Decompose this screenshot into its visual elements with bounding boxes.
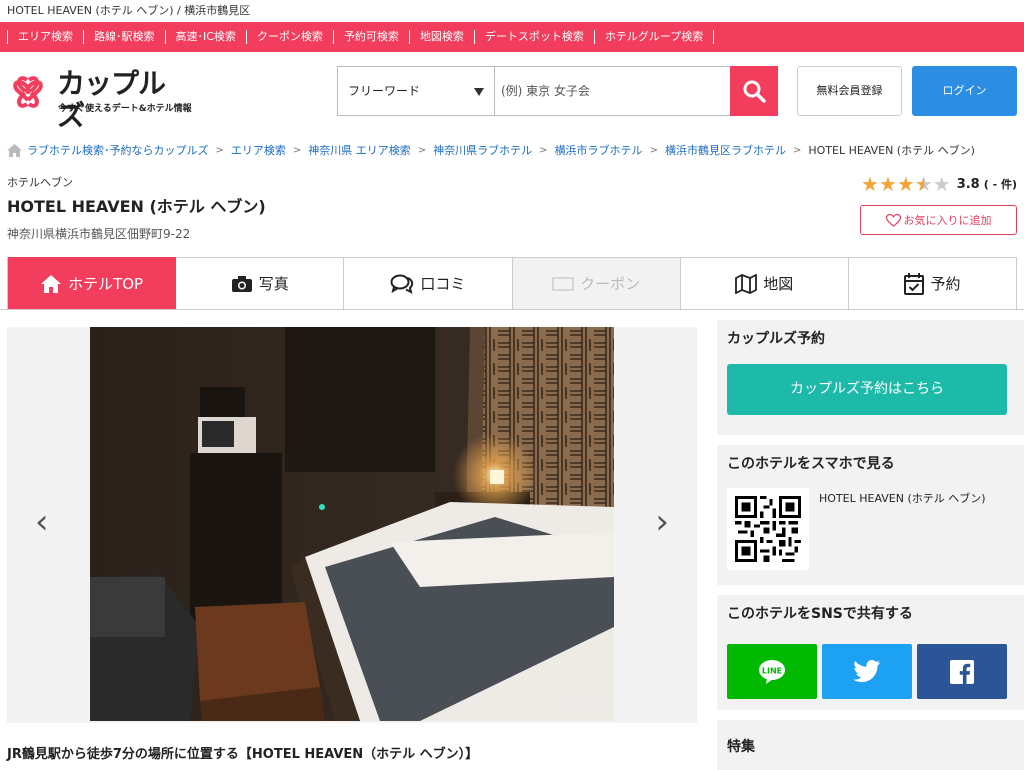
caret-down-icon bbox=[474, 88, 484, 96]
chevron-right-icon: > bbox=[292, 144, 302, 156]
search-input[interactable] bbox=[495, 67, 730, 115]
tab-reserve[interactable]: 予約 bbox=[848, 257, 1018, 310]
home-icon bbox=[41, 274, 62, 293]
logo-tagline: 今すぐ使えるデート&ホテル情報 bbox=[58, 104, 192, 114]
star-icon: ★ bbox=[878, 172, 897, 196]
reserve-title: カップルズ予約 bbox=[727, 331, 825, 347]
feature-title: 特集 bbox=[727, 739, 755, 755]
qr-code-icon bbox=[735, 496, 801, 562]
logo[interactable]: カップルズ 今すぐ使えるデート&ホテル情報 bbox=[7, 68, 192, 132]
nav-datespot-search[interactable]: デートスポット検索 bbox=[473, 30, 595, 44]
star-icon: ★ bbox=[896, 172, 915, 196]
camera-icon bbox=[231, 275, 252, 292]
tab-hotel-top[interactable]: ホテルTOP bbox=[8, 257, 177, 310]
room-image bbox=[90, 327, 614, 721]
header: カップルズ 今すぐ使えるデート&ホテル情報 フリーワード 無料会員登録 ログイン bbox=[0, 52, 1024, 132]
rating-value: 3.8 bbox=[956, 176, 980, 192]
tab-divider bbox=[0, 309, 1024, 310]
breadcrumb-link-kanagawa-area[interactable]: 神奈川県 エリア検索 bbox=[308, 142, 411, 158]
chevron-right-icon: > bbox=[215, 144, 224, 156]
star-icon: ★ bbox=[932, 172, 951, 196]
chevron-right-icon: > bbox=[649, 144, 658, 156]
breadcrumb-current: HOTEL HEAVEN (ホテル ヘブン) bbox=[808, 144, 975, 157]
breadcrumb-link-yokohama[interactable]: 横浜市ラブホテル bbox=[555, 142, 643, 158]
hotel-name: HOTEL HEAVEN (ホテル ヘブン) bbox=[7, 197, 266, 216]
home-icon bbox=[7, 143, 22, 157]
sns-title: このホテルをSNSで共有する bbox=[727, 606, 913, 622]
photo-counter: 5 / 7 bbox=[573, 694, 600, 708]
photo-gallery: ‹ › 5 / 7 bbox=[7, 327, 697, 723]
tab-label: 地図 bbox=[763, 275, 794, 293]
map-icon bbox=[735, 273, 758, 294]
heart-icon bbox=[885, 213, 901, 227]
hotel-description-headline: JR鶴見駅から徒歩7分の場所に位置する【HOTEL HEAVEN（ホテル ヘブン… bbox=[7, 747, 479, 762]
star-icon: ★ bbox=[915, 174, 933, 194]
star-rating: ★ ★ ★ ★ ★ bbox=[861, 174, 951, 194]
tab-reviews[interactable]: 口コミ bbox=[344, 257, 513, 310]
breadcrumb-link-top[interactable]: ラブホテル検索･予約ならカップルズ bbox=[27, 142, 209, 158]
mobile-title: このホテルをスマホで見る bbox=[727, 456, 895, 472]
twitter-share-button[interactable] bbox=[822, 644, 912, 699]
logo-text: カップルズ bbox=[57, 67, 166, 132]
star-icon: ★ bbox=[861, 172, 879, 196]
favorite-label: お気に入りに追加 bbox=[903, 214, 992, 227]
tab-photos[interactable]: 写真 bbox=[176, 257, 345, 310]
register-button[interactable]: 無料会員登録 bbox=[797, 66, 902, 116]
hotel-kana: ホテルヘブン bbox=[7, 176, 73, 189]
tab-label: ホテルTOP bbox=[68, 275, 144, 293]
line-icon: LINE bbox=[759, 659, 785, 684]
chevron-right-icon: > bbox=[417, 144, 427, 156]
hotel-tabs: ホテルTOP 写真 口コミ クーポン 地図 予約 bbox=[7, 257, 1018, 310]
tab-map[interactable]: 地図 bbox=[680, 257, 849, 310]
search-nav-bar: エリア検索 路線･駅検索 高速･IC検索 クーポン検索 予約可検索 地図検索 デ… bbox=[0, 22, 1024, 52]
gallery-next-arrow[interactable]: › bbox=[655, 505, 669, 539]
search-icon bbox=[743, 80, 766, 103]
tab-label: 写真 bbox=[258, 275, 289, 293]
breadcrumb-link-area[interactable]: エリア検索 bbox=[231, 142, 286, 158]
breadcrumb: ラブホテル検索･予約ならカップルズ > エリア検索 > 神奈川県 エリア検索 > 神奈… bbox=[7, 142, 975, 158]
mobile-hotel-name: HOTEL HEAVEN (ホテル ヘブン) bbox=[819, 492, 986, 505]
facebook-icon bbox=[950, 659, 974, 684]
calendar-icon bbox=[904, 272, 925, 295]
tab-label: クーポン bbox=[580, 275, 641, 293]
gallery-prev-arrow[interactable]: ‹ bbox=[35, 505, 49, 539]
comment-icon bbox=[390, 274, 414, 294]
facebook-share-button[interactable] bbox=[917, 644, 1007, 699]
tab-label: 予約 bbox=[930, 275, 961, 293]
breadcrumb-link-tsurumi[interactable]: 横浜市鶴見区ラブホテル bbox=[665, 142, 786, 158]
reserve-button[interactable]: カップルズ予約はこちら bbox=[727, 364, 1007, 415]
topline: HOTEL HEAVEN (ホテル ヘブン) / 横浜市鶴見区 bbox=[7, 4, 251, 17]
search-bar: フリーワード bbox=[337, 66, 778, 116]
rating: ★★★★★ 3.8 ( - 件) bbox=[861, 174, 1017, 194]
twitter-icon bbox=[853, 660, 881, 683]
nav-coupon-search[interactable]: クーポン検索 bbox=[245, 30, 334, 44]
tab-coupons: クーポン bbox=[512, 257, 681, 310]
hotel-address: 神奈川県横浜市鶴見区佃野町9-22 bbox=[7, 227, 191, 241]
nav-reservable-search[interactable]: 予約可検索 bbox=[332, 30, 410, 44]
line-share-button[interactable]: LINE bbox=[727, 644, 817, 699]
chevron-right-icon: > bbox=[792, 144, 802, 156]
nav-area-search[interactable]: エリア検索 bbox=[7, 30, 84, 44]
breadcrumb-link-kanagawa[interactable]: 神奈川県ラブホテル bbox=[433, 142, 532, 158]
tab-label: 口コミ bbox=[420, 275, 466, 293]
favorite-button[interactable]: お気に入りに追加 bbox=[860, 205, 1017, 235]
login-button[interactable]: ログイン bbox=[912, 66, 1017, 116]
logo-heart-icon bbox=[13, 76, 43, 108]
qr-code bbox=[727, 488, 809, 570]
search-type-select[interactable]: フリーワード bbox=[338, 67, 495, 115]
search-button[interactable] bbox=[730, 66, 778, 116]
hotel-room-photo bbox=[90, 327, 614, 721]
nav-line-search[interactable]: 路線･駅検索 bbox=[83, 30, 166, 44]
feature-section: 特集 bbox=[717, 720, 1024, 770]
nav-map-search[interactable]: 地図検索 bbox=[408, 30, 475, 44]
rating-count: ( - 件) bbox=[983, 178, 1017, 191]
nav-highway-search[interactable]: 高速･IC検索 bbox=[164, 30, 247, 44]
search-type-label: フリーワード bbox=[348, 84, 421, 98]
chevron-right-icon: > bbox=[539, 144, 548, 156]
line-icon-text: LINE bbox=[762, 666, 782, 675]
coupon-icon bbox=[552, 276, 574, 291]
nav-group-search[interactable]: ホテルグループ検索 bbox=[593, 30, 715, 44]
